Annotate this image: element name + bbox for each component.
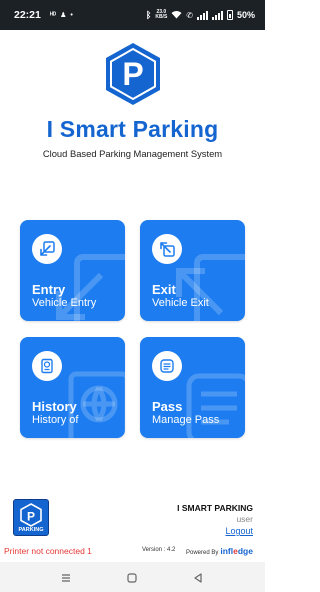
- entry-icon: [32, 234, 62, 264]
- wifi-icon: [171, 10, 182, 21]
- history-title: History: [32, 399, 77, 414]
- parking-logo-icon: P: [20, 503, 42, 527]
- logout-link[interactable]: Logout: [225, 526, 253, 536]
- app-logo: P: [104, 42, 162, 106]
- recents-button[interactable]: [60, 571, 72, 589]
- volte-icon: ✆: [186, 10, 193, 20]
- svg-text:P: P: [122, 56, 143, 92]
- exit-tile[interactable]: Exit Vehicle Exit: [140, 220, 245, 321]
- pass-icon: [152, 351, 182, 381]
- dot-icon: •: [70, 11, 73, 19]
- home-icon: [127, 573, 137, 583]
- brand-logo: infledge: [220, 546, 253, 556]
- history-tile[interactable]: History History of: [20, 337, 125, 438]
- status-time: 22:21: [14, 9, 41, 21]
- app-title: I Smart Parking: [46, 116, 219, 142]
- pass-tile[interactable]: Pass Manage Pass: [140, 337, 245, 438]
- bluetooth-icon: ᛒ: [145, 10, 152, 20]
- status-bar: 22:21 ᴴᴰ ♟ • ᛒ 23.0 KB/S ✆ 50%: [0, 0, 265, 30]
- brand-rest: dge: [237, 546, 253, 556]
- entry-subtitle: Vehicle Entry: [32, 297, 97, 309]
- battery-percent: 50%: [236, 10, 255, 20]
- company-name: I SMART PARKING: [177, 503, 253, 513]
- hd-voice-icon: ᴴᴰ: [49, 11, 57, 19]
- parking-logo: P PARKING: [13, 499, 49, 536]
- battery-icon: [226, 10, 233, 20]
- signal-1-icon: [196, 10, 208, 20]
- net-speed-unit: KB/S: [155, 14, 168, 20]
- parking-logo-label: PARKING: [18, 527, 44, 533]
- printer-status: Printer not connected 1: [4, 546, 92, 556]
- brand-main: infl: [220, 546, 234, 556]
- entry-title: Entry: [32, 282, 66, 297]
- status-right: ᛒ 23.0 KB/S ✆ 50%: [146, 10, 255, 21]
- history-icon: [32, 351, 62, 381]
- exit-icon: [152, 234, 182, 264]
- exit-title: Exit: [152, 282, 176, 297]
- pass-subtitle: Manage Pass: [152, 414, 220, 426]
- powered-by: Powered By infledge: [186, 546, 253, 556]
- status-left: 22:21 ᴴᴰ ♟ •: [14, 9, 73, 21]
- back-icon: [194, 573, 202, 583]
- version-label: Version : 4.2: [142, 547, 176, 553]
- entry-tile[interactable]: Entry Vehicle Entry: [20, 220, 125, 321]
- user-name: user: [236, 514, 253, 524]
- signal-2-icon: [211, 10, 223, 20]
- home-button[interactable]: [126, 571, 138, 589]
- back-button[interactable]: [192, 571, 204, 589]
- svg-text:P: P: [27, 510, 35, 524]
- history-subtitle: History of: [32, 414, 79, 426]
- app-subtitle: Cloud Based Parking Management System: [42, 148, 223, 159]
- account-icon: ♟: [60, 12, 67, 19]
- pass-title: Pass: [152, 399, 183, 414]
- powered-by-label: Powered By: [186, 550, 219, 556]
- exit-subtitle: Vehicle Exit: [152, 297, 209, 309]
- net-speed: 23.0 KB/S: [155, 10, 167, 20]
- recents-icon: [62, 574, 70, 582]
- system-nav-bar: [0, 562, 265, 592]
